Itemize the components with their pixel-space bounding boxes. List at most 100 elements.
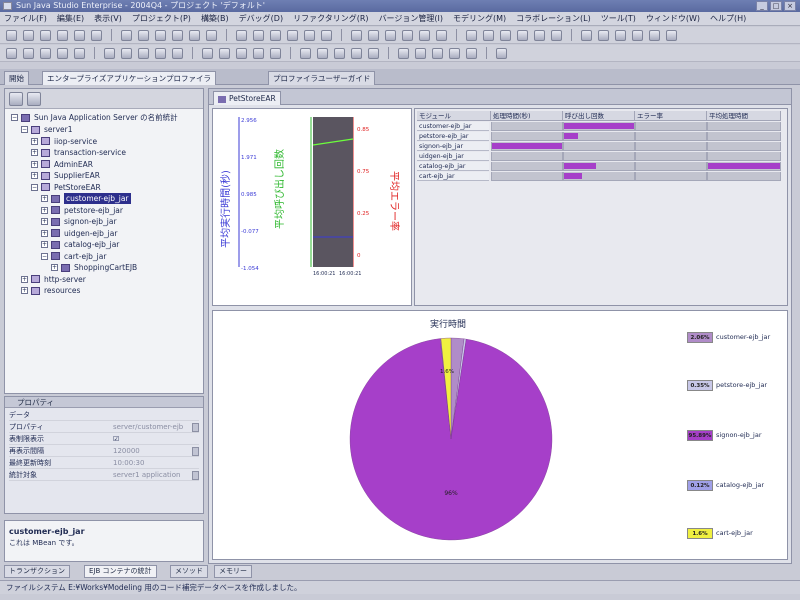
property-row[interactable]: データ (9, 410, 199, 421)
toolbar-button-icon[interactable] (40, 47, 51, 59)
toolbar-button-icon[interactable] (270, 29, 281, 41)
expand-icon[interactable]: + (31, 149, 38, 156)
tree-item[interactable]: + http-server (21, 274, 86, 285)
tree-item[interactable]: + ShoppingCartEJB (51, 262, 137, 273)
expand-icon[interactable]: + (21, 287, 28, 294)
menu-project[interactable]: プロジェクト(P) (132, 13, 191, 24)
expand-icon[interactable]: + (51, 264, 58, 271)
toolbar-button-icon[interactable] (436, 29, 447, 41)
tree-item[interactable]: + resources (21, 285, 80, 296)
minimize-button[interactable]: _ (756, 1, 768, 11)
collapse-icon[interactable]: − (41, 252, 48, 260)
toolbar-button-icon[interactable] (74, 29, 85, 41)
menu-modeling[interactable]: モデリング(M) (453, 13, 506, 24)
show-table-checkbox[interactable]: ☑ (113, 434, 193, 445)
grid-row-label[interactable]: customer-ejb_jar (417, 122, 489, 131)
expand-icon[interactable]: + (41, 195, 48, 202)
expand-icon[interactable]: + (31, 160, 38, 168)
grid-row-label[interactable]: signon-ejb_jar (417, 142, 489, 151)
tab-start[interactable]: 開始 (4, 71, 29, 85)
toolbar-button-icon[interactable] (6, 29, 17, 41)
tree-item[interactable]: + signon-ejb_jar (41, 216, 117, 227)
toolbar-button-icon[interactable] (598, 29, 609, 41)
menu-tools[interactable]: ツール(T) (601, 13, 636, 24)
grid-row-label[interactable]: uidgen-ejb_jar (417, 152, 489, 161)
toolbar-button-icon[interactable] (172, 29, 183, 41)
menu-window[interactable]: ウィンドウ(W) (646, 13, 700, 24)
tab-profiler-user-guide[interactable]: プロファイラユーザーガイド (268, 71, 376, 85)
toolbar-button-icon[interactable] (155, 47, 166, 59)
expand-icon[interactable]: + (41, 241, 48, 248)
toolbar-button-icon[interactable] (551, 29, 562, 41)
tab-petstoreear[interactable]: PetStoreEAR (213, 91, 281, 105)
grid-row-label[interactable]: catalog-ejb_jar (417, 162, 489, 171)
toolbar-button-icon[interactable] (632, 29, 643, 41)
tree-item[interactable]: + uidgen-ejb_jar (41, 228, 117, 239)
toolbar-button-icon[interactable] (466, 29, 477, 41)
grid-column-header[interactable]: 呼び出し回数 (563, 111, 635, 121)
menu-help[interactable]: ヘルプ(H) (710, 13, 746, 24)
refresh-interval-field[interactable]: 120000 (113, 446, 193, 457)
ellipsis-button[interactable] (192, 423, 199, 432)
toolbar-button-icon[interactable] (57, 29, 68, 41)
tab-transactions[interactable]: トランザクション (4, 565, 70, 578)
toolbar-button-icon[interactable] (23, 29, 34, 41)
toolbar-button-icon[interactable] (40, 29, 51, 41)
expand-icon[interactable]: + (41, 229, 48, 237)
toolbar-button-icon[interactable] (91, 29, 102, 41)
tab-enterprise-profiler[interactable]: エンタープライズアプリケーションプロファイラ (42, 71, 216, 85)
toolbar-button-icon[interactable] (206, 29, 217, 41)
toolbar-button-icon[interactable] (385, 29, 396, 41)
toolbar-button-icon[interactable] (517, 29, 528, 41)
toolbar-button-icon[interactable] (189, 29, 200, 41)
toolbar-button-icon[interactable] (368, 29, 379, 41)
toolbar-button-icon[interactable] (449, 47, 460, 59)
toolbar-button-icon[interactable] (483, 29, 494, 41)
tree-item[interactable]: + petstore-ejb_jar (41, 205, 123, 216)
toolbar-button-icon[interactable] (415, 47, 426, 59)
menu-view[interactable]: 表示(V) (94, 13, 122, 24)
toolbar-button-icon[interactable] (615, 29, 626, 41)
menu-collaboration[interactable]: コラボレーション(L) (516, 13, 591, 24)
toolbar-button-icon[interactable] (321, 29, 332, 41)
toolbar-button-icon[interactable] (172, 47, 183, 59)
tree-item[interactable]: + customer-ejb_jar (41, 193, 131, 204)
toolbar-button-icon[interactable] (432, 47, 443, 59)
maximize-button[interactable]: □ (770, 1, 782, 11)
toolbar-button-icon[interactable] (202, 47, 213, 59)
property-row[interactable]: 統計対象 server1 application (9, 470, 199, 481)
toolbar-button-icon[interactable] (368, 47, 379, 59)
grid-column-header[interactable]: 処理時間(秒) (491, 111, 563, 121)
toolbar-button-icon[interactable] (287, 29, 298, 41)
collapse-icon[interactable]: − (21, 126, 28, 133)
tree-item[interactable]: + catalog-ejb_jar (41, 239, 119, 250)
toolbar-button-icon[interactable] (6, 47, 17, 59)
property-row[interactable]: プロパティ server/customer-ejb (9, 422, 199, 433)
toolbar-button-icon[interactable] (253, 47, 264, 59)
menu-refactor[interactable]: リファクタリング(R) (293, 13, 368, 24)
tab-ejb-container-stats[interactable]: EJB コンテナの統計 (84, 565, 157, 578)
tree-item[interactable]: − server1 (21, 124, 73, 135)
toolbar-button-icon[interactable] (496, 47, 507, 59)
menu-file[interactable]: ファイル(F) (4, 13, 47, 24)
expand-icon[interactable]: + (41, 218, 48, 225)
tree-root[interactable]: − Sun Java Application Server の名前統計 (11, 112, 178, 123)
toolbar-button-icon[interactable] (121, 47, 132, 59)
toolbar-button-icon[interactable] (466, 47, 477, 59)
toolbar-button-icon[interactable] (581, 29, 592, 41)
grid-column-header[interactable]: 平均処理時間 (707, 111, 781, 121)
toolbar-button-icon[interactable] (500, 29, 511, 41)
ellipsis-button[interactable] (192, 471, 199, 480)
close-button[interactable]: × (784, 1, 796, 11)
properties-icon[interactable] (27, 91, 41, 106)
tree-item[interactable]: + SupplierEAR (31, 170, 100, 181)
collapse-icon[interactable]: − (11, 114, 18, 121)
toolbar-button-icon[interactable] (57, 47, 68, 59)
grid-row-label[interactable]: petstore-ejb_jar (417, 132, 489, 141)
toolbar-button-icon[interactable] (398, 47, 409, 59)
toolbar-button-icon[interactable] (649, 29, 660, 41)
tab-memory[interactable]: メモリー (214, 565, 252, 578)
toolbar-button-icon[interactable] (23, 47, 34, 59)
menu-edit[interactable]: 編集(E) (57, 13, 84, 24)
toolbar-button-icon[interactable] (219, 47, 230, 59)
